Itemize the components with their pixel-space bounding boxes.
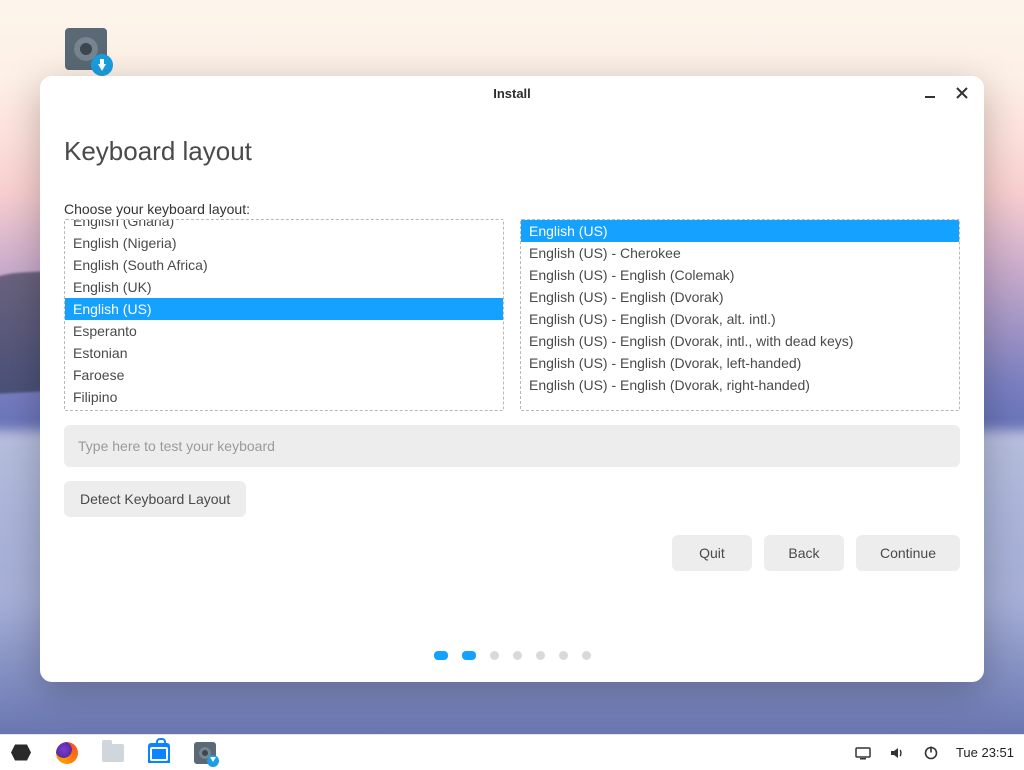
download-badge-icon [91, 54, 113, 76]
progress-dot [536, 651, 545, 660]
taskbar-firefox[interactable] [56, 742, 78, 764]
progress-dot [559, 651, 568, 660]
installer-window: Install Keyboard layout Choose your keyb… [40, 76, 984, 682]
taskbar-files[interactable] [102, 742, 124, 764]
start-menu-button[interactable] [10, 742, 32, 764]
progress-dot [462, 651, 476, 660]
back-button[interactable]: Back [764, 535, 844, 571]
choose-layout-label: Choose your keyboard layout: [64, 201, 960, 217]
installer-icon [194, 742, 216, 764]
firefox-icon [56, 742, 78, 764]
layout-variant-item[interactable]: English (US) - Cherokee [521, 242, 959, 264]
layout-language-item[interactable]: English (South Africa) [65, 254, 503, 276]
page-heading: Keyboard layout [64, 136, 960, 167]
window-title: Install [493, 86, 531, 101]
software-icon [148, 743, 170, 763]
progress-dots [64, 625, 960, 682]
progress-dot [490, 651, 499, 660]
close-button[interactable] [948, 81, 976, 105]
progress-dot [582, 651, 591, 660]
desktop-installer-icon[interactable] [65, 28, 107, 70]
layout-variant-item[interactable]: English (US) [521, 220, 959, 242]
layout-variant-list[interactable]: English (US)English (US) - CherokeeEngli… [520, 219, 960, 411]
layout-language-item[interactable]: English (Nigeria) [65, 232, 503, 254]
detect-keyboard-button[interactable]: Detect Keyboard Layout [64, 481, 246, 517]
taskbar-software[interactable] [148, 742, 170, 764]
layout-language-item[interactable]: Esperanto [65, 320, 503, 342]
nav-buttons: Quit Back Continue [64, 535, 960, 571]
taskbar-clock[interactable]: Tue 23:51 [956, 745, 1014, 760]
power-indicator[interactable] [922, 744, 940, 762]
layout-language-item[interactable]: Faroese [65, 364, 503, 386]
progress-dot [513, 651, 522, 660]
files-icon [102, 744, 124, 762]
progress-dot [434, 651, 448, 660]
layout-language-list[interactable]: English (Ghana)English (Nigeria)English … [64, 219, 504, 411]
layout-variant-item[interactable]: English (US) - English (Dvorak, intl., w… [521, 330, 959, 352]
volume-indicator[interactable] [888, 744, 906, 762]
layout-language-item[interactable]: Estonian [65, 342, 503, 364]
keyboard-test-input[interactable] [64, 425, 960, 467]
desktop-wallpaper: Install Keyboard layout Choose your keyb… [0, 0, 1024, 770]
minimize-button[interactable] [916, 81, 944, 105]
layout-language-item[interactable]: Filipino [65, 386, 503, 408]
continue-button[interactable]: Continue [856, 535, 960, 571]
layout-variant-item[interactable]: English (US) - English (Dvorak, right-ha… [521, 374, 959, 396]
quit-button[interactable]: Quit [672, 535, 752, 571]
layout-language-item[interactable]: English (UK) [65, 276, 503, 298]
layout-language-item[interactable]: English (Ghana) [65, 219, 503, 232]
layout-variant-item[interactable]: English (US) - English (Dvorak) [521, 286, 959, 308]
taskbar: Tue 23:51 [0, 734, 1024, 770]
layout-variant-item[interactable]: English (US) - English (Colemak) [521, 264, 959, 286]
window-titlebar: Install [40, 76, 984, 110]
layout-variant-item[interactable]: English (US) - English (Dvorak, left-han… [521, 352, 959, 374]
layout-variant-item[interactable]: English (US) - English (Dvorak, alt. int… [521, 308, 959, 330]
window-content: Keyboard layout Choose your keyboard lay… [40, 110, 984, 682]
layout-language-item[interactable]: English (US) [65, 298, 503, 320]
display-indicator[interactable] [854, 744, 872, 762]
layout-lists: English (Ghana)English (Nigeria)English … [64, 219, 960, 411]
zorin-logo-icon [11, 743, 31, 763]
taskbar-installer[interactable] [194, 742, 216, 764]
